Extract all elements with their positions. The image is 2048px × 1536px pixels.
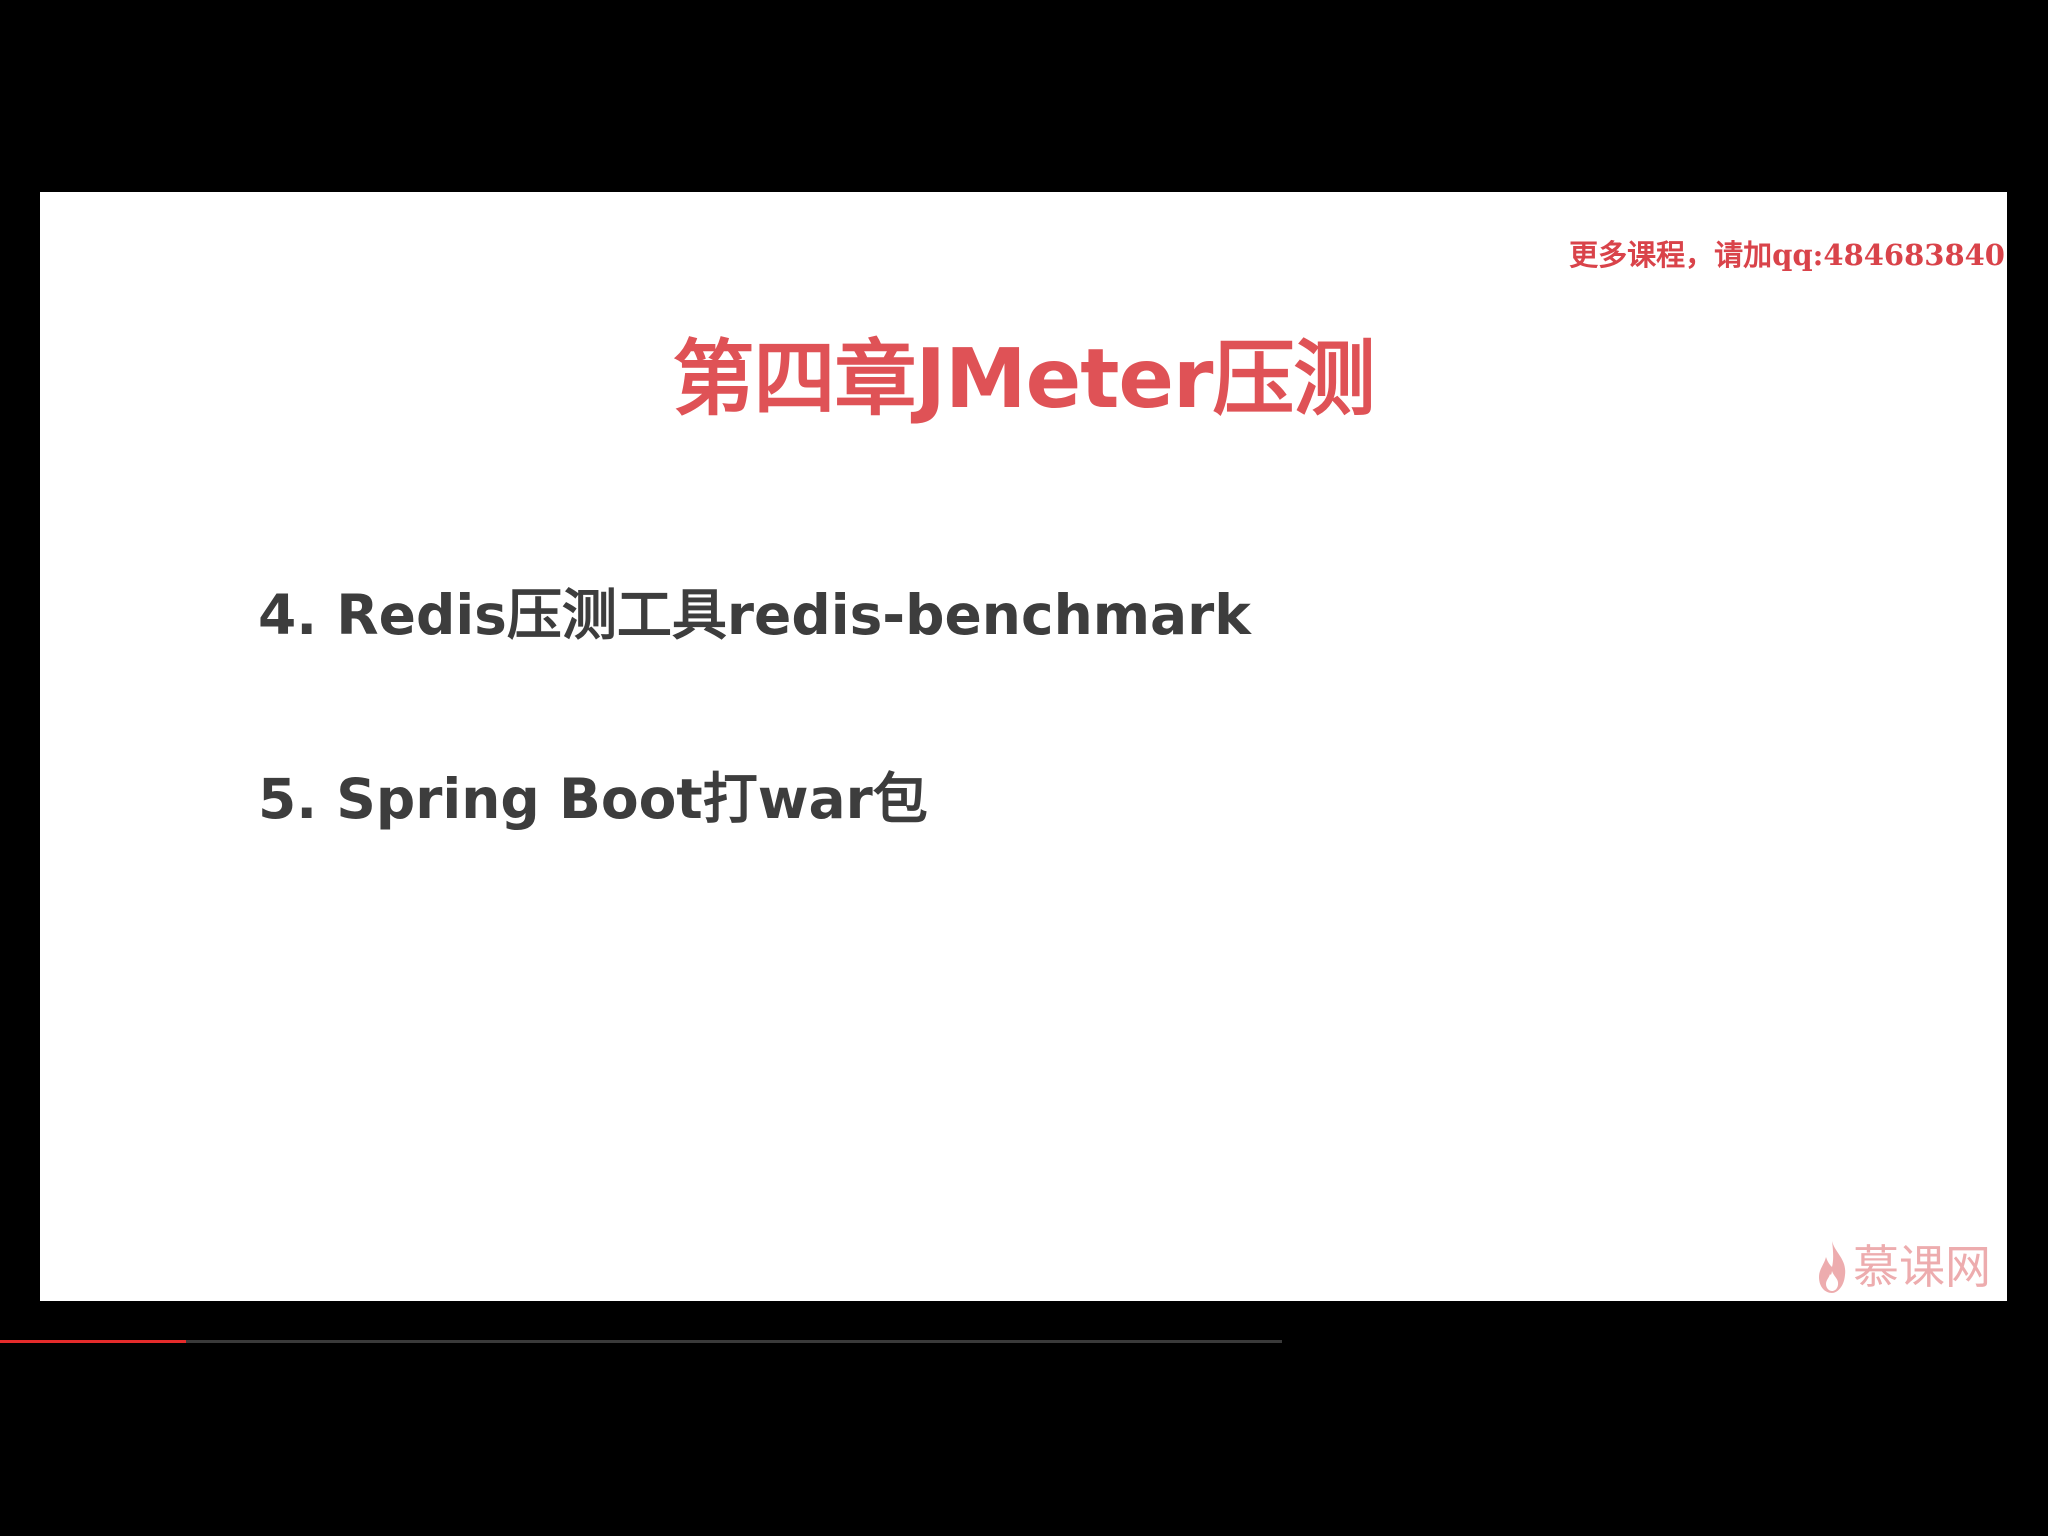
watermark-text: 更多课程，请加qq:484683840 bbox=[1569, 238, 2005, 272]
video-viewport[interactable]: 更多课程，请加qq:484683840 第四章JMeter压测 4. Redis… bbox=[0, 0, 2048, 1536]
playback-progress-fill bbox=[0, 1340, 186, 1343]
presentation-slide: 更多课程，请加qq:484683840 第四章JMeter压测 4. Redis… bbox=[40, 192, 2007, 1301]
flame-icon bbox=[1819, 1241, 1846, 1293]
brand-logo: 慕课网 bbox=[1815, 1239, 1991, 1295]
brand-name: 慕课网 bbox=[1853, 1240, 1991, 1294]
agenda-item-spring-boot-war: 5. Spring Boot打war包 bbox=[258, 767, 928, 831]
agenda-item-redis-benchmark: 4. Redis压测工具redis-benchmark bbox=[258, 583, 1251, 647]
slide-title: 第四章JMeter压测 bbox=[672, 332, 1376, 427]
agenda-list: 4. Redis压测工具redis-benchmark 5. Spring Bo… bbox=[258, 580, 1251, 948]
playback-progress-bar[interactable] bbox=[0, 1340, 1282, 1343]
